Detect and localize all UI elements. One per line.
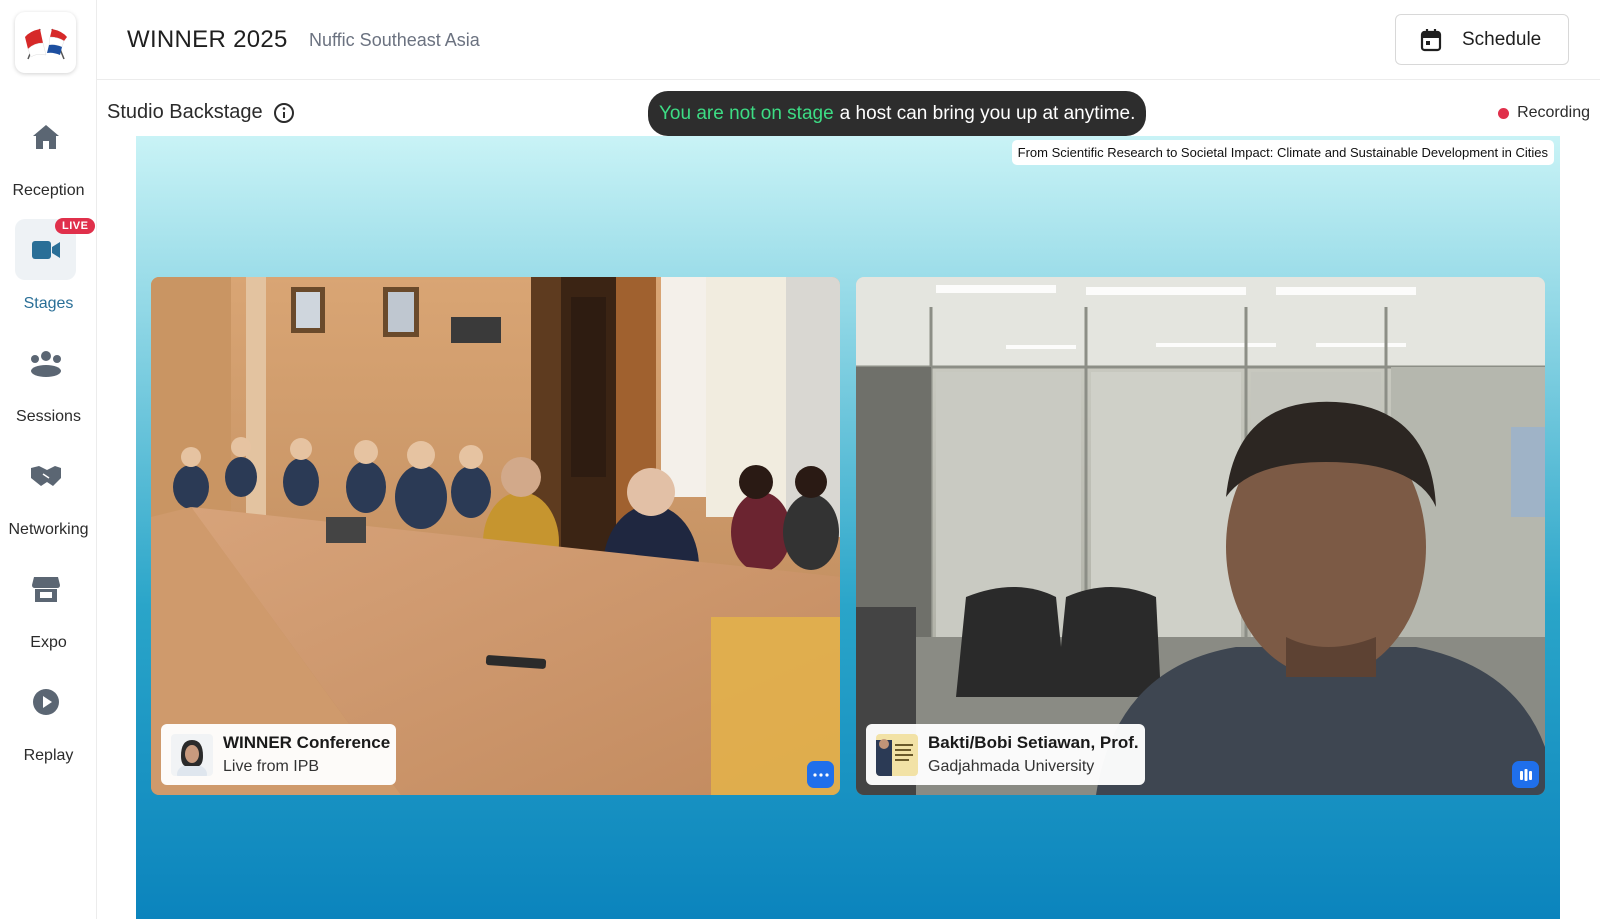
avatar — [171, 733, 213, 776]
participant-text: WINNER Conference Live from IPB — [223, 733, 390, 776]
participant-text: Bakti/Bobi Setiawan, Prof. Gadjahmada Un… — [928, 733, 1139, 776]
sidebar-item-reception[interactable]: Reception — [0, 106, 97, 206]
more-options-icon[interactable] — [807, 761, 834, 788]
sidebar-item-label: Reception — [12, 182, 85, 199]
sidebar-item-stages[interactable]: LIVE Stages — [0, 218, 97, 319]
participant-name: Bakti/Bobi Setiawan, Prof. — [928, 733, 1139, 752]
notice-text: a host can bring you up at anytime. — [839, 102, 1136, 124]
live-badge: LIVE — [55, 218, 96, 234]
participant-subtitle: Live from IPB — [223, 758, 320, 775]
event-logo[interactable] — [15, 12, 76, 73]
participant-label: WINNER Conference Live from IPB — [161, 724, 397, 785]
conference-room-video — [151, 277, 840, 795]
recording-label: Recording — [1517, 104, 1590, 121]
participant-label: Bakti/Bobi Setiawan, Prof. Gadjahmada Un… — [866, 724, 1145, 785]
notice-highlight: You are not on stage — [659, 102, 834, 124]
stage-canvas: From Scientific Research to Societal Imp… — [136, 136, 1560, 919]
sidebar-item-label: Stages — [23, 295, 74, 312]
recording-dot-icon — [1498, 107, 1510, 119]
studio-title-text: Studio Backstage — [107, 101, 263, 123]
sidebar-item-label: Sessions — [16, 408, 81, 425]
recording-indicator: Recording — [1498, 104, 1590, 122]
participant-subtitle: Gadjahmada University — [928, 758, 1095, 775]
booth-icon — [15, 558, 76, 619]
sidebar-item-sessions[interactable]: Sessions — [0, 332, 97, 432]
studio-title: Studio Backstage — [107, 101, 295, 124]
people-group-icon — [15, 332, 76, 393]
play-circle-icon — [15, 671, 76, 732]
sidebar: Reception LIVE Stages Sessions Networkin… — [0, 0, 97, 919]
video-tile-speaker[interactable]: Bakti/Bobi Setiawan, Prof. Gadjahmada Un… — [856, 277, 1545, 795]
participant-name: WINNER Conference — [223, 733, 391, 752]
session-title: From Scientific Research to Societal Imp… — [1011, 140, 1554, 165]
sidebar-item-label: Expo — [30, 634, 67, 651]
schedule-label: Schedule — [1462, 28, 1542, 50]
schedule-button[interactable]: Schedule — [1395, 14, 1569, 65]
info-icon[interactable] — [273, 102, 295, 124]
sidebar-item-label: Replay — [23, 747, 74, 764]
top-header: WINNER 2025 Nuffic Southeast Asia Schedu… — [97, 0, 1600, 80]
organization-name: Nuffic Southeast Asia — [309, 30, 480, 50]
backstage-notice: You are not on stage a host can bring yo… — [648, 91, 1147, 136]
sidebar-item-expo[interactable]: Expo — [0, 558, 97, 658]
audio-level-icon[interactable] — [1512, 761, 1539, 788]
sidebar-item-replay[interactable]: Replay — [0, 671, 97, 771]
netherlands-indonesia-flags-icon — [24, 28, 67, 59]
sidebar-item-networking[interactable]: Networking — [0, 445, 97, 545]
handshake-icon — [15, 445, 76, 506]
event-title: WINNER 2025 — [127, 26, 288, 53]
speaker-video — [856, 277, 1545, 795]
calendar-icon — [1420, 28, 1442, 51]
video-tile-conference[interactable]: WINNER Conference Live from IPB — [151, 277, 840, 795]
home-icon — [15, 106, 76, 167]
avatar — [876, 733, 918, 776]
sidebar-item-label: Networking — [8, 521, 89, 538]
